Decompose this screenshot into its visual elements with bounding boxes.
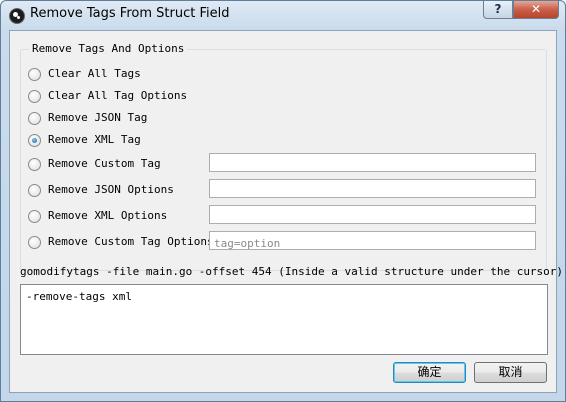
- custom-tag-options-input[interactable]: [210, 235, 535, 252]
- dialog-window: Remove Tags From Struct Field ? ✕ Remove…: [0, 0, 566, 402]
- command-line-label: gomodifytags -file main.go -offset 454 (…: [20, 265, 564, 278]
- option-label: Clear All Tags: [48, 67, 141, 80]
- dialog-body: Remove Tags And Options Clear All Tags C…: [9, 30, 563, 393]
- custom-tag-options-field[interactable]: [209, 231, 536, 252]
- ok-button[interactable]: 确定: [393, 362, 466, 383]
- custom-tag-input[interactable]: [210, 157, 535, 174]
- json-options-field[interactable]: [209, 179, 536, 200]
- title-bar[interactable]: Remove Tags From Struct Field ? ✕: [1, 1, 565, 27]
- xml-options-field[interactable]: [209, 205, 536, 226]
- cancel-button[interactable]: 取消: [474, 362, 547, 383]
- option-label: Remove XML Options: [48, 209, 168, 222]
- radio-button-selected[interactable]: [28, 134, 41, 147]
- custom-tag-field[interactable]: [209, 153, 536, 174]
- option-label: Clear All Tag Options: [48, 89, 188, 102]
- radio-button[interactable]: [28, 112, 41, 125]
- radio-button[interactable]: [28, 236, 41, 249]
- option-label: Remove JSON Options: [48, 183, 174, 196]
- option-label: Remove XML Tag: [48, 133, 141, 146]
- xml-options-input[interactable]: [210, 209, 535, 226]
- help-button[interactable]: ?: [483, 1, 513, 19]
- options-group-legend: Remove Tags And Options: [29, 42, 188, 55]
- option-label: Remove JSON Tag: [48, 111, 148, 124]
- radio-button[interactable]: [28, 158, 41, 171]
- radio-button[interactable]: [28, 184, 41, 197]
- option-label: Remove Custom Tag Options: [48, 235, 214, 248]
- radio-button[interactable]: [28, 90, 41, 103]
- window-title: Remove Tags From Struct Field: [30, 6, 230, 21]
- close-button[interactable]: ✕: [513, 1, 559, 19]
- app-icon: [9, 8, 25, 24]
- radio-button[interactable]: [28, 68, 41, 81]
- command-output-area[interactable]: -remove-tags xml: [20, 284, 548, 355]
- radio-button[interactable]: [28, 210, 41, 223]
- option-label: Remove Custom Tag: [48, 157, 161, 170]
- json-options-input[interactable]: [210, 183, 535, 200]
